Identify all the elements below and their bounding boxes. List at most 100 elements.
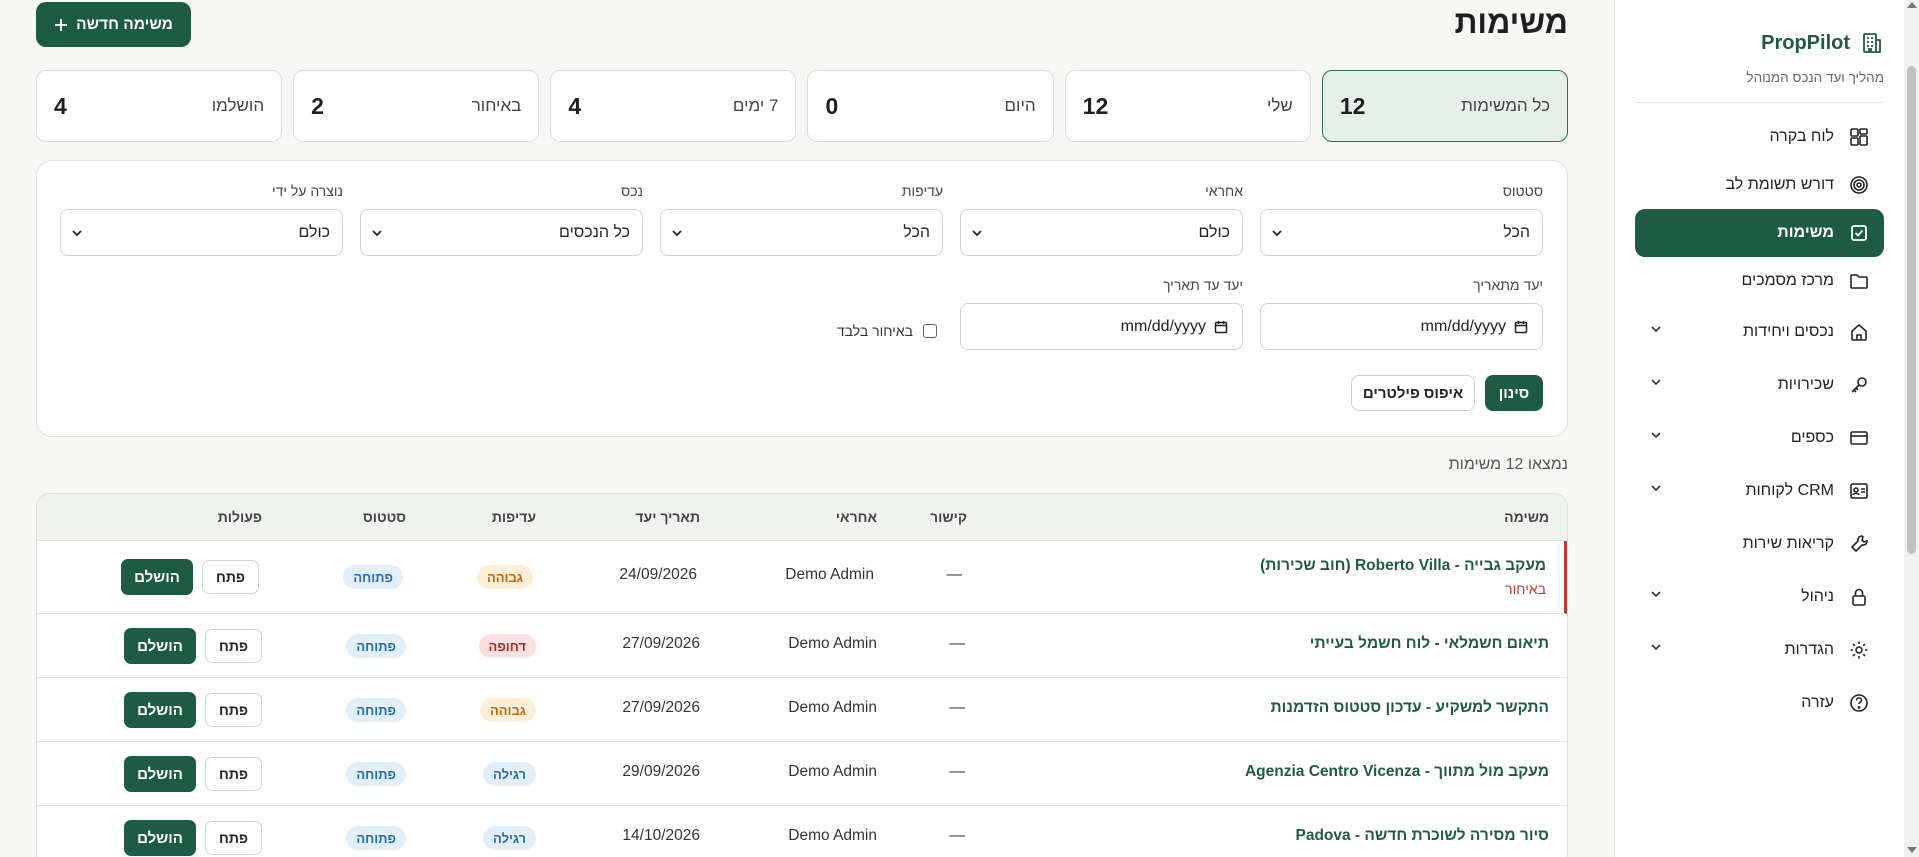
sidebar-item-3[interactable]: מרכז מסמכים xyxy=(1635,257,1884,305)
sidebar-item-label: מרכז מסמכים xyxy=(1741,272,1834,289)
open-task-button[interactable]: פתח xyxy=(205,629,262,663)
status-select-value: הכל xyxy=(1503,223,1530,241)
open-task-button[interactable]: פתח xyxy=(205,821,262,855)
priority-badge: רגילה xyxy=(483,762,536,786)
sidebar-item-4[interactable]: נכסים ויחידות xyxy=(1635,305,1884,358)
stat-card-4[interactable]: באיחור 2 xyxy=(293,70,540,142)
chevron-down-icon xyxy=(672,229,682,236)
overdue-label: באיחור xyxy=(1505,581,1546,597)
task-title-link[interactable]: מעקב גבייה - Roberto Villa (חוב שכירות) xyxy=(1260,557,1546,575)
stat-value: 4 xyxy=(53,92,67,119)
sidebar-item-6[interactable]: כספים xyxy=(1635,411,1884,464)
complete-task-button[interactable]: הושלם xyxy=(121,559,193,595)
filter-to-date: יעד עד תאריך mm/dd/yyyy xyxy=(960,277,1243,350)
overdue-only-filter[interactable]: באיחור בלבד xyxy=(837,323,937,339)
task-title-link[interactable]: התקשר למשקיע - עדכון סטטוס הזדמנות xyxy=(1270,699,1549,717)
to-date-placeholder: mm/dd/yyyy xyxy=(1120,317,1206,335)
chevron-down-icon[interactable] xyxy=(1649,375,1663,394)
complete-task-button[interactable]: הושלם xyxy=(124,692,196,728)
stat-label: 7 ימים xyxy=(732,96,779,115)
stat-card-0[interactable]: כל המשימות 12 xyxy=(1321,70,1568,142)
key-icon xyxy=(1848,374,1870,396)
building-icon xyxy=(1863,33,1881,53)
scroll-down-arrow-icon[interactable] xyxy=(1907,847,1917,853)
stat-card-5[interactable]: הושלמו 4 xyxy=(35,70,283,142)
task-title-link[interactable]: סיור מסירה לשוכרת חדשה - Padova xyxy=(1295,827,1549,845)
col-status[interactable]: סטטוס xyxy=(363,509,406,525)
table-row: סיור מסירה לשוכרת חדשה - Padova — Demo Adm… xyxy=(37,806,1567,857)
assignee-select[interactable]: כולם xyxy=(960,209,1243,256)
sidebar-item-0[interactable]: לוח בקרה xyxy=(1635,113,1884,161)
assignee-cell: Demo Admin xyxy=(785,566,874,583)
open-task-button[interactable]: פתח xyxy=(205,693,262,727)
brand[interactable]: PropPilot xyxy=(1635,22,1884,64)
col-link[interactable]: קישור xyxy=(930,509,967,525)
priority-badge: רגילה xyxy=(483,826,536,850)
table-row: תיאום חשמלאי - לוח חשמל בעייתי — Demo Admi… xyxy=(37,614,1567,678)
help-icon xyxy=(1848,692,1870,714)
stat-card-2[interactable]: היום 0 xyxy=(807,70,1054,142)
chevron-down-icon[interactable] xyxy=(1649,322,1663,341)
complete-task-button[interactable]: הושלם xyxy=(124,820,196,856)
overdue-only-checkbox[interactable] xyxy=(923,324,937,338)
col-priority[interactable]: עדיפות xyxy=(492,509,536,525)
calendar-icon[interactable] xyxy=(1514,320,1528,334)
sidebar-item-1[interactable]: דורש תשומת לב xyxy=(1635,161,1884,209)
sidebar-item-2[interactable]: משימות xyxy=(1635,209,1884,257)
created-by-select[interactable]: כולם xyxy=(60,209,343,256)
from-date-placeholder: mm/dd/yyyy xyxy=(1420,317,1506,335)
dashboard-icon xyxy=(1848,126,1870,148)
from-date-input[interactable]: mm/dd/yyyy xyxy=(1260,303,1543,350)
scroll-up-arrow-icon[interactable] xyxy=(1907,2,1917,8)
assignee-cell: Demo Admin xyxy=(788,635,877,652)
chevron-down-icon[interactable] xyxy=(1649,587,1663,606)
to-date-input[interactable]: mm/dd/yyyy xyxy=(960,303,1243,350)
new-task-button[interactable]: משימה חדשה xyxy=(36,2,191,47)
status-select[interactable]: הכל xyxy=(1260,209,1543,256)
sidebar-item-5[interactable]: שכירויות xyxy=(1635,358,1884,411)
chevron-down-icon[interactable] xyxy=(1649,428,1663,447)
open-task-button[interactable]: פתח xyxy=(202,560,259,594)
sidebar-item-10[interactable]: הגדרות xyxy=(1635,623,1884,676)
col-due-date[interactable]: תאריך יעד xyxy=(635,509,700,525)
filter-button[interactable]: סינון xyxy=(1485,375,1543,411)
to-date-label: יעד עד תאריך xyxy=(1162,277,1243,293)
reset-filters-button[interactable]: איפוס פילטרים xyxy=(1351,375,1475,411)
col-assignee[interactable]: אחראי xyxy=(836,509,877,525)
created-by-select-value: כולם xyxy=(298,223,330,241)
stat-value: 4 xyxy=(568,92,582,119)
task-title-link[interactable]: תיאום חשמלאי - לוח חשמל בעייתי xyxy=(1310,635,1549,653)
sidebar-nav: לוח בקרה דורש תשומת לב משימות מרכז מסמכים נכ… xyxy=(1635,113,1884,729)
chevron-down-icon[interactable] xyxy=(1649,640,1663,659)
page-scrollbar[interactable] xyxy=(1904,0,1919,857)
filter-created-by: נוצרה על ידי כולם xyxy=(60,183,343,256)
stat-value: 0 xyxy=(825,92,839,119)
scroll-thumb[interactable] xyxy=(1907,66,1916,554)
stat-card-3[interactable]: 7 ימים 4 xyxy=(550,70,797,142)
priority-select[interactable]: הכל xyxy=(660,209,943,256)
home-icon xyxy=(1848,321,1870,343)
brand-name: PropPilot xyxy=(1761,31,1850,54)
stat-value: 2 xyxy=(311,92,324,119)
complete-task-button[interactable]: הושלם xyxy=(124,628,196,664)
sidebar-item-7[interactable]: CRM לקוחות xyxy=(1635,464,1884,517)
calendar-icon[interactable] xyxy=(1214,320,1228,334)
main-content: משימות משימה חדשה כל המשימות 12 שלי 12 היום 0… xyxy=(0,0,1605,857)
chevron-down-icon[interactable] xyxy=(1649,481,1663,500)
filter-created-by-label: נוצרה על ידי xyxy=(271,183,343,199)
sidebar-item-8[interactable]: קריאות שירות xyxy=(1635,517,1884,570)
sidebar-item-11[interactable]: עזרה xyxy=(1635,676,1884,729)
stats-row: כל המשימות 12 שלי 12 היום 0 7 ימים 4 באיחור 2 הושל… xyxy=(35,70,1568,142)
overdue-only-label: באיחור בלבד xyxy=(836,323,913,339)
stat-card-1[interactable]: שלי 12 xyxy=(1064,70,1311,142)
property-select[interactable]: כל הנכסים xyxy=(360,209,643,256)
sidebar-item-label: ניהול xyxy=(1801,587,1834,605)
table-header: משימה קישור אחראי תאריך יעד עדיפות סטטוס… xyxy=(37,494,1567,541)
open-task-button[interactable]: פתח xyxy=(205,757,262,791)
stat-label: היום xyxy=(1004,96,1036,115)
complete-task-button[interactable]: הושלם xyxy=(124,756,196,792)
col-task[interactable]: משימה xyxy=(1504,509,1549,525)
task-title-link[interactable]: מעקב מול מתווך - Agenzia Centro Vicenza xyxy=(1245,763,1549,781)
sidebar-item-label: עזרה xyxy=(1801,693,1834,711)
sidebar-item-9[interactable]: ניהול xyxy=(1635,570,1884,623)
